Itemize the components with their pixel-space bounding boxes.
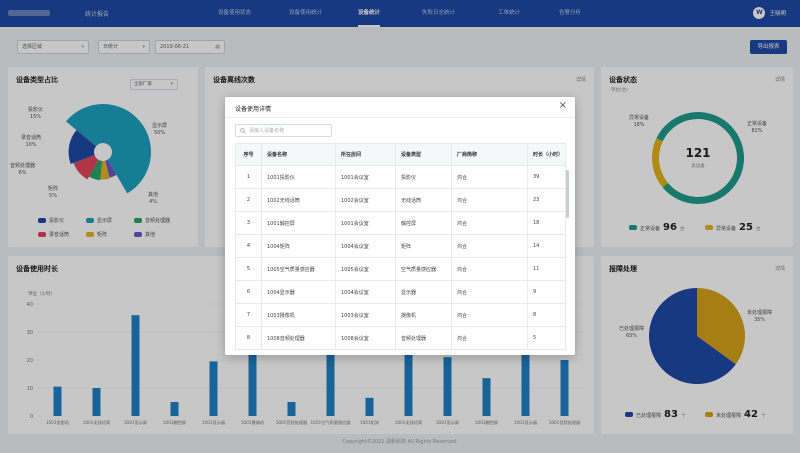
table-cell: 触控屏 xyxy=(395,211,452,235)
table-cell: 6 xyxy=(235,280,262,304)
table-cell: 音频处理器 xyxy=(395,326,452,350)
column-header[interactable]: 时长（小时） xyxy=(527,143,566,166)
table-cell: 1001会议室 xyxy=(335,211,396,235)
table-cell: 1004会议室 xyxy=(335,234,396,258)
table-cell: 鸿合 xyxy=(451,188,528,212)
table-cell: 1003会议室 xyxy=(335,303,396,327)
table-cell: 1002无线话筒 xyxy=(261,188,336,212)
table-row[interactable]: 4 1004矩阵 1004会议室 矩阵 鸿合 14 xyxy=(235,234,566,258)
table-scrollbar[interactable] xyxy=(566,170,569,218)
table-cell: 1005空气质量感应器 xyxy=(261,257,336,281)
table-cell: 鸿合 xyxy=(451,303,528,327)
table-cell: 1004显示器 xyxy=(261,280,336,304)
table-cell: 9 xyxy=(527,280,566,304)
table-row[interactable]: 1 1001投影仪 1001会议室 投影仪 鸿合 39 xyxy=(235,165,566,189)
table-cell: 3 xyxy=(235,211,262,235)
table-cell: 5 xyxy=(235,257,262,281)
table-cell: 鸿合 xyxy=(451,280,528,304)
table-cell: 7 xyxy=(235,303,262,327)
table-cell: 投影仪 xyxy=(395,165,452,189)
table-cell: 鸿合 xyxy=(451,234,528,258)
table-cell: 鸿合 xyxy=(451,326,528,350)
table-header-row: 序号 设备名称 所在房间 设备类型 厂商简称 时长（小时） xyxy=(235,143,566,166)
divider xyxy=(225,117,575,118)
table-row[interactable]: 6 1004显示器 1004会议室 显示器 鸿合 9 xyxy=(235,280,566,304)
table-cell: 1008音频处理器 xyxy=(261,326,336,350)
table-cell: 1001投影仪 xyxy=(261,165,336,189)
table-cell: 11 xyxy=(527,257,566,281)
table-cell: 鸿合 xyxy=(451,211,528,235)
table-cell: 1005会议室 xyxy=(335,257,396,281)
device-search-input[interactable] xyxy=(249,126,329,136)
table-cell: 8 xyxy=(235,326,262,350)
table-cell: 1004矩阵 xyxy=(261,234,336,258)
table-cell: 1001会议室 xyxy=(335,165,396,189)
table-cell: 18 xyxy=(527,211,566,235)
table-cell: 鸿合 xyxy=(451,165,528,189)
table-cell: 空气质量感应器 xyxy=(395,257,452,281)
device-usage-detail-modal: 设备使用详情 × 序号 设备名称 所在房间 设备类型 厂商简称 时长（小时） 1… xyxy=(225,97,575,355)
device-search-box[interactable] xyxy=(235,124,332,137)
table-cell: 无线话筒 xyxy=(395,188,452,212)
table-cell: 1002会议室 xyxy=(335,188,396,212)
device-usage-table: 序号 设备名称 所在房间 设备类型 厂商简称 时长（小时） 1 1001投影仪 10… xyxy=(235,143,566,350)
table-cell: 4 xyxy=(235,234,262,258)
table-cell: 鸿合 xyxy=(451,257,528,281)
column-header[interactable]: 设备名称 xyxy=(261,143,336,166)
table-cell: 5 xyxy=(527,326,566,350)
table-cell: 1003摄像机 xyxy=(261,303,336,327)
table-cell: 39 xyxy=(527,165,566,189)
search-icon xyxy=(240,128,246,134)
table-cell: 显示器 xyxy=(395,280,452,304)
table-cell: 摄像机 xyxy=(395,303,452,327)
table-row[interactable]: 7 1003摄像机 1003会议室 摄像机 鸿合 8 xyxy=(235,303,566,327)
table-cell: 14 xyxy=(527,234,566,258)
table-cell: 1004会议室 xyxy=(335,280,396,304)
column-header[interactable]: 厂商简称 xyxy=(451,143,528,166)
column-header[interactable]: 序号 xyxy=(235,143,262,166)
table-cell: 1001触控屏 xyxy=(261,211,336,235)
table-cell: 8 xyxy=(527,303,566,327)
table-cell: 1008会议室 xyxy=(335,326,396,350)
table-row[interactable]: 2 1002无线话筒 1002会议室 无线话筒 鸿合 23 xyxy=(235,188,566,212)
table-row[interactable]: 5 1005空气质量感应器 1005会议室 空气质量感应器 鸿合 11 xyxy=(235,257,566,281)
column-header[interactable]: 设备类型 xyxy=(395,143,452,166)
table-cell: 2 xyxy=(235,188,262,212)
table-row[interactable]: 8 1008音频处理器 1008会议室 音频处理器 鸿合 5 xyxy=(235,326,566,350)
table-cell: 1 xyxy=(235,165,262,189)
column-header[interactable]: 所在房间 xyxy=(335,143,396,166)
modal-title: 设备使用详情 xyxy=(235,106,272,113)
table-cell: 23 xyxy=(527,188,566,212)
table-cell: 矩阵 xyxy=(395,234,452,258)
table-row[interactable]: 3 1001触控屏 1001会议室 触控屏 鸿合 18 xyxy=(235,211,566,235)
close-icon[interactable]: × xyxy=(559,100,567,111)
